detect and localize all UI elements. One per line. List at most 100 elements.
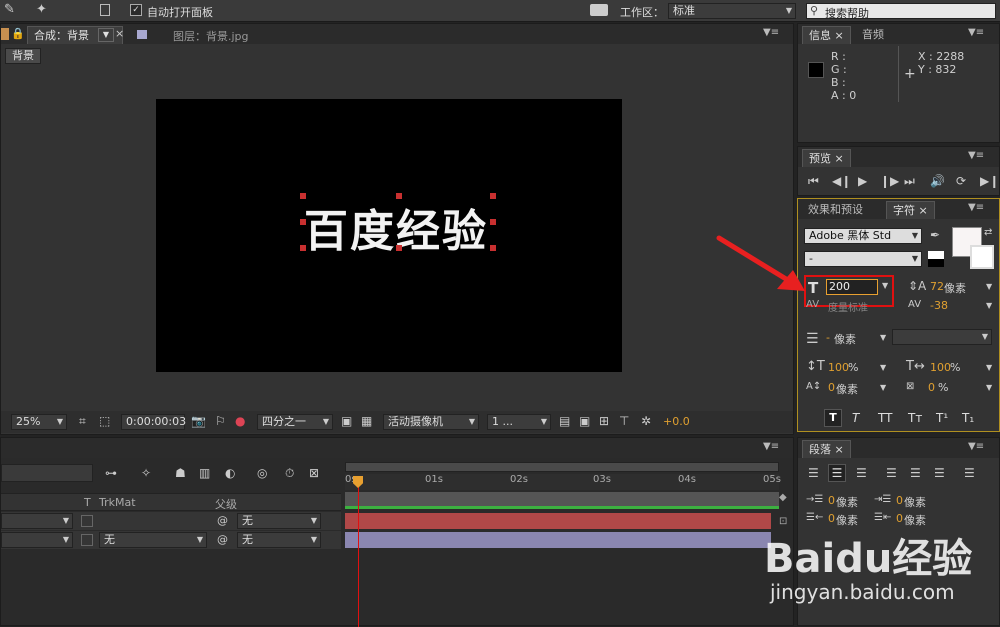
kerning-select[interactable]: 度量标准 bbox=[828, 299, 868, 314]
last-frame-icon[interactable]: ⏭ bbox=[904, 174, 915, 189]
tab-info[interactable]: 信息 × bbox=[802, 26, 851, 44]
track-matte-checkbox[interactable] bbox=[81, 534, 93, 546]
camera-snapshot-icon[interactable]: 📷 bbox=[191, 414, 206, 428]
parent-select[interactable]: 无 ▼ bbox=[237, 513, 321, 529]
tab-character[interactable]: 字符 × bbox=[886, 201, 935, 219]
tab-paragraph[interactable]: 段落 × bbox=[802, 440, 851, 458]
tab-effects-presets[interactable]: 效果和预设 bbox=[802, 201, 869, 219]
bbox-handle[interactable] bbox=[300, 219, 306, 225]
search-help-input[interactable]: ⚲ 搜索帮助 bbox=[806, 3, 996, 20]
close-icon[interactable]: × bbox=[919, 204, 928, 217]
font-style-select[interactable]: - ▼ bbox=[804, 251, 922, 267]
font-size-input[interactable]: 200 bbox=[826, 279, 878, 295]
exposure-value[interactable]: +0.0 bbox=[663, 415, 690, 428]
chevron-down-icon[interactable]: ▼ bbox=[880, 333, 886, 342]
stroke-style-select[interactable]: ▼ bbox=[892, 329, 992, 345]
faux-italic-button[interactable]: T bbox=[852, 411, 859, 425]
panel-menu-icon[interactable]: ▼≡ bbox=[968, 150, 984, 161]
eyedropper-icon[interactable]: ✒ bbox=[930, 228, 940, 242]
layer-search-input[interactable] bbox=[1, 464, 93, 482]
align-right-icon[interactable]: ☰ bbox=[856, 466, 867, 480]
bbox-handle[interactable] bbox=[396, 245, 402, 251]
graph-icon[interactable]: ⊠ bbox=[309, 466, 319, 480]
fast-preview-icon[interactable]: ▣ bbox=[579, 414, 590, 428]
exposure-icon[interactable]: ✲ bbox=[641, 414, 651, 428]
trkmat-select[interactable]: 无 ▼ bbox=[99, 532, 207, 548]
horizontal-scale-value[interactable]: 100 bbox=[930, 361, 951, 374]
close-icon[interactable]: × bbox=[835, 29, 844, 42]
tab-preview[interactable]: 预览 × bbox=[802, 149, 851, 167]
region-icon[interactable]: ⬚ bbox=[99, 414, 110, 428]
pick-whip-icon[interactable]: @ bbox=[217, 533, 228, 546]
zoom-marker-icon[interactable]: ◆ bbox=[779, 492, 787, 503]
tab-composition[interactable]: 合成：背景 ▼ bbox=[27, 26, 123, 44]
playhead-line[interactable] bbox=[358, 478, 359, 627]
panel-menu-icon[interactable]: ▼≡ bbox=[763, 441, 779, 452]
small-caps-button[interactable]: Tт bbox=[908, 411, 922, 425]
chevron-down-icon[interactable]: ▼ bbox=[986, 383, 992, 392]
layer-bar-text[interactable] bbox=[345, 513, 771, 529]
panel-menu-icon[interactable]: ▼≡ bbox=[968, 441, 984, 452]
vertical-scale-value[interactable]: 100 bbox=[828, 361, 849, 374]
zoom-select[interactable]: 25% ▼ bbox=[11, 414, 67, 430]
breadcrumb[interactable]: 背景 bbox=[5, 48, 41, 64]
roi-icon[interactable]: ▣ bbox=[341, 414, 352, 428]
tracking-value[interactable]: -38 bbox=[930, 299, 948, 312]
views-select[interactable]: 1 ... ▼ bbox=[487, 414, 551, 430]
auto-open-checkbox[interactable]: ✓ bbox=[130, 4, 142, 16]
stroke-color-swatch[interactable] bbox=[970, 245, 994, 269]
leading-value[interactable]: 72 bbox=[930, 280, 944, 293]
panel-menu-icon[interactable]: ▼≡ bbox=[968, 27, 984, 38]
play-icon[interactable]: ▶ bbox=[858, 174, 867, 188]
tab-layer[interactable]: 图层：背景.jpg bbox=[173, 28, 249, 44]
hide-shy-icon[interactable]: ☗ bbox=[175, 466, 186, 480]
faux-bold-button[interactable]: T bbox=[824, 409, 842, 427]
ram-preview-icon[interactable]: ▶❙ bbox=[980, 174, 999, 188]
toggle-pixel-icon[interactable]: ▤ bbox=[559, 414, 570, 428]
lock-icon[interactable]: 🔒 bbox=[11, 27, 25, 40]
panel-icon[interactable] bbox=[100, 4, 110, 16]
chevron-down-icon[interactable]: ▼ bbox=[986, 282, 992, 291]
justify-center-icon[interactable]: ☰ bbox=[910, 466, 921, 480]
comp-mini-flowchart-icon[interactable]: ⊶ bbox=[105, 466, 117, 480]
all-caps-button[interactable]: TT bbox=[878, 411, 892, 425]
table-row[interactable]: ▼ 无 ▼ @ 无 ▼ bbox=[1, 531, 341, 549]
chevron-down-icon[interactable]: ▼ bbox=[880, 363, 886, 372]
font-family-select[interactable]: Adobe 黑体 Std ▼ bbox=[804, 228, 922, 244]
camera-select[interactable]: 活动摄像机 ▼ bbox=[383, 414, 479, 430]
parent-select[interactable]: 无 ▼ bbox=[237, 532, 321, 548]
bbox-handle[interactable] bbox=[300, 245, 306, 251]
chevron-down-icon[interactable]: ▼ bbox=[882, 281, 888, 290]
table-row[interactable]: ▼ @ 无 ▼ bbox=[1, 512, 341, 530]
workspace-select[interactable]: 标准 ▼ bbox=[668, 3, 796, 19]
pick-whip-icon[interactable]: @ bbox=[217, 514, 228, 527]
graph-editor-icon[interactable]: ⏱ bbox=[285, 466, 294, 481]
chevron-down-icon[interactable]: ▼ bbox=[880, 383, 886, 392]
draft-3d-icon[interactable]: ✧ bbox=[141, 466, 151, 480]
motion-blur-icon[interactable]: ◐ bbox=[225, 466, 235, 480]
comp-menu-dropdown[interactable]: ▼ bbox=[98, 28, 114, 42]
close-icon[interactable]: × bbox=[835, 443, 844, 456]
mode-select[interactable]: ▼ bbox=[1, 532, 73, 548]
justify-right-icon[interactable]: ☰ bbox=[934, 466, 945, 480]
bbox-handle[interactable] bbox=[490, 219, 496, 225]
panel-menu-icon[interactable]: ▼≡ bbox=[968, 202, 984, 213]
bbox-handle[interactable] bbox=[300, 193, 306, 199]
flowchart-icon[interactable]: ⊤ bbox=[619, 414, 629, 428]
panel-menu-icon[interactable]: ▼≡ bbox=[763, 27, 779, 38]
loop-icon[interactable]: ⟳ bbox=[956, 174, 966, 188]
next-frame-icon[interactable]: ❙▶ bbox=[880, 174, 899, 188]
align-center-icon[interactable]: ☰ bbox=[828, 464, 846, 482]
bbox-handle[interactable] bbox=[490, 245, 496, 251]
mode-select[interactable]: ▼ bbox=[1, 513, 73, 529]
chevron-down-icon[interactable]: ▼ bbox=[986, 301, 992, 310]
baseline-shift-value[interactable]: 0 bbox=[828, 381, 835, 394]
justify-all-icon[interactable]: ☰ bbox=[964, 466, 975, 480]
close-icon[interactable]: × bbox=[835, 152, 844, 165]
brainstorm-icon[interactable]: ◎ bbox=[257, 466, 267, 480]
tab-audio[interactable]: 音频 bbox=[856, 26, 890, 44]
close-icon[interactable]: × bbox=[115, 27, 124, 40]
first-frame-icon[interactable]: ⏮ bbox=[808, 174, 819, 189]
bbox-handle[interactable] bbox=[490, 193, 496, 199]
stroke-width-value[interactable]: - bbox=[826, 331, 830, 344]
